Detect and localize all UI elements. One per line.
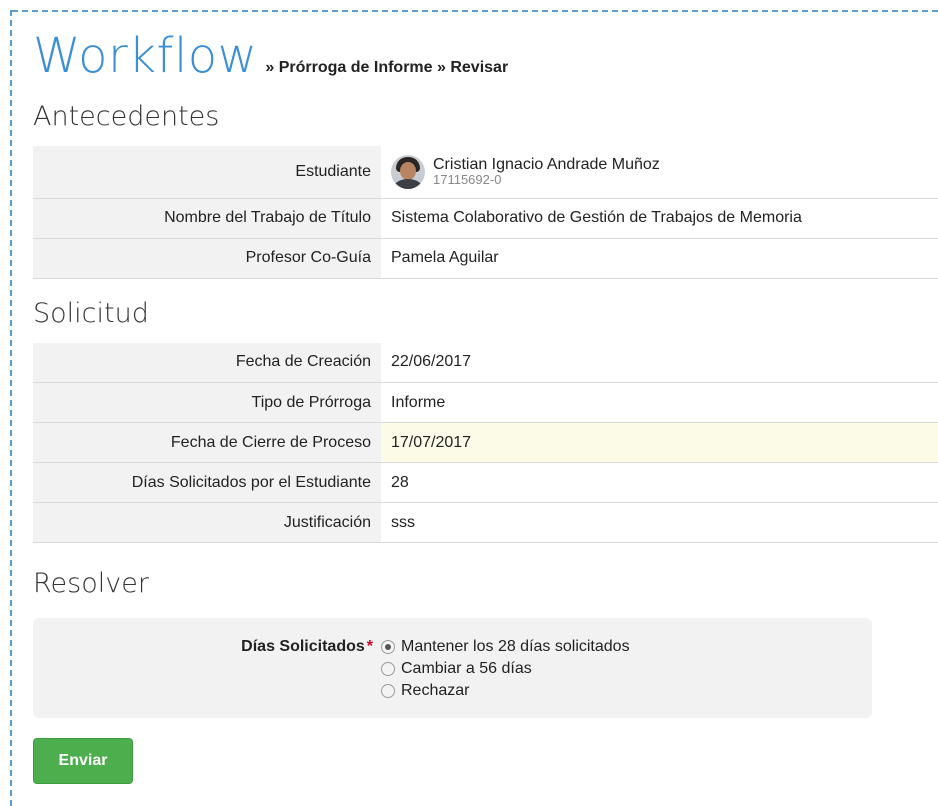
radio-button[interactable]	[381, 684, 395, 698]
section-heading-resolver: Resolver	[33, 568, 149, 599]
radio-label: Cambiar a 56 días	[401, 660, 532, 677]
row-value: Cristian Ignacio Andrade Muñoz 17115692-…	[381, 146, 938, 199]
row-label: Tipo de Prórroga	[33, 382, 381, 423]
table-row: Días Solicitados por el Estudiante 28	[33, 462, 938, 503]
student-id: 17115692-0	[433, 172, 502, 188]
radio-group: Mantener los 28 días solicitados Cambiar…	[381, 636, 630, 718]
required-mark: *	[366, 638, 373, 655]
page-title: Workflow	[33, 28, 258, 84]
page-header: Workflow » Prórroga de Informe » Revisar	[33, 22, 938, 82]
submit-button[interactable]: Enviar	[33, 738, 133, 784]
radio-button-checked[interactable]	[381, 640, 395, 654]
section-heading-solicitud: Solicitud	[33, 297, 149, 329]
resolve-form: Días Solicitados * Mantener los 28 días s…	[33, 618, 872, 718]
frame-top-border	[12, 10, 938, 12]
radio-button[interactable]	[381, 662, 395, 676]
row-label: Estudiante	[33, 146, 381, 199]
radio-option-rechazar[interactable]: Rechazar	[381, 680, 630, 702]
table-row: Tipo de Prórroga Informe	[33, 382, 938, 423]
table-row: Fecha de Creación 22/06/2017	[33, 342, 938, 383]
radio-label: Rechazar	[401, 682, 470, 699]
avatar	[391, 154, 425, 189]
table-row: Justificación sss	[33, 502, 938, 543]
row-label: Nombre del Trabajo de Título	[33, 198, 381, 239]
radio-label: Mantener los 28 días solicitados	[401, 638, 630, 655]
row-value: sss	[381, 502, 938, 543]
breadcrumb: » Prórroga de Informe » Revisar	[265, 59, 509, 76]
table-row: Profesor Co-Guía Pamela Aguilar	[33, 238, 938, 279]
row-label: Fecha de Creación	[33, 342, 381, 383]
radio-option-mantener[interactable]: Mantener los 28 días solicitados	[381, 636, 630, 658]
row-value: Pamela Aguilar	[381, 238, 938, 279]
table-row: Nombre del Trabajo de Título Sistema Col…	[33, 198, 938, 239]
row-label: Días Solicitados por el Estudiante	[33, 462, 381, 503]
row-value: 17/07/2017	[381, 422, 938, 463]
radio-option-cambiar[interactable]: Cambiar a 56 días	[381, 658, 630, 680]
solicitud-table: Fecha de Creación 22/06/2017 Tipo de Pró…	[33, 342, 938, 543]
section-heading-antecedentes: Antecedentes	[33, 101, 220, 132]
dias-solicitados-label: Días Solicitados *	[33, 636, 381, 718]
row-value: Informe	[381, 382, 938, 423]
row-label: Fecha de Cierre de Proceso	[33, 422, 381, 463]
student-info: Cristian Ignacio Andrade Muñoz 17115692-…	[391, 154, 938, 189]
field-label-text: Días Solicitados	[241, 638, 365, 655]
frame-left-border	[10, 10, 12, 806]
antecedentes-table: Estudiante Cristian Ignacio Andrade Muño…	[33, 146, 938, 279]
student-text: Cristian Ignacio Andrade Muñoz 17115692-…	[433, 156, 660, 188]
row-value: 28	[381, 462, 938, 503]
row-value: 22/06/2017	[381, 342, 938, 383]
workflow-content: Workflow » Prórroga de Informe » Revisar…	[33, 22, 938, 784]
student-name: Cristian Ignacio Andrade Muñoz	[433, 156, 660, 174]
table-row: Fecha de Cierre de Proceso 17/07/2017	[33, 422, 938, 463]
table-row: Estudiante Cristian Ignacio Andrade Muño…	[33, 146, 938, 199]
row-label: Profesor Co-Guía	[33, 238, 381, 279]
row-label: Justificación	[33, 502, 381, 543]
row-value: Sistema Colaborativo de Gestión de Traba…	[381, 198, 938, 239]
